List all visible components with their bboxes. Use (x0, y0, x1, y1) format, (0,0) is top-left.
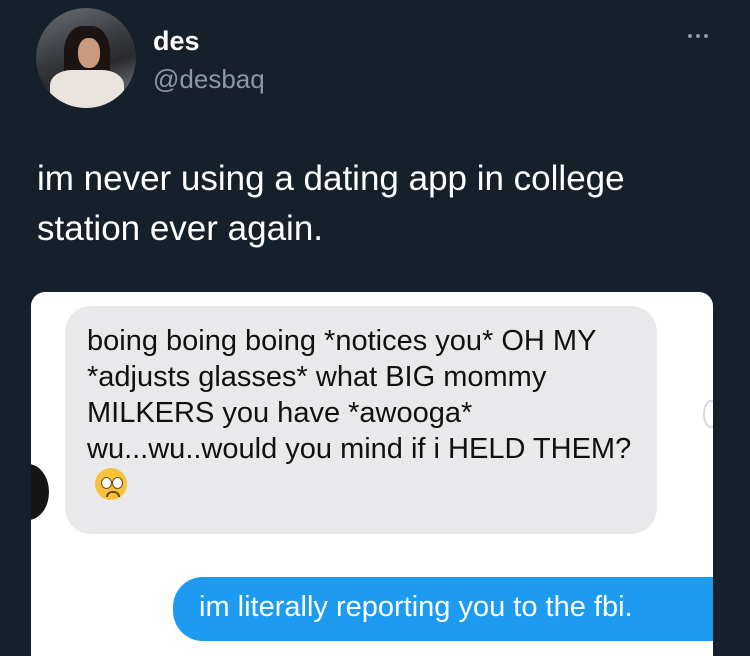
avatar-shirt (50, 70, 124, 108)
outgoing-message-text: im literally reporting you to the fbi. (199, 591, 633, 623)
avatar[interactable] (36, 8, 136, 108)
display-name[interactable]: des (153, 26, 200, 57)
tweet-text: im never using a dating app in college s… (37, 159, 625, 248)
attached-chat-screenshot[interactable]: boing boing boing *notices you* OH MY *a… (31, 292, 713, 656)
dot (696, 34, 700, 38)
dot (688, 34, 692, 38)
scroll-indicator (703, 400, 713, 428)
user-handle[interactable]: @desbaq (153, 64, 265, 95)
incoming-message-bubble: boing boing boing *notices you* OH MY *a… (65, 306, 657, 534)
contact-avatar (31, 464, 49, 520)
avatar-face (78, 38, 100, 68)
dot (704, 34, 708, 38)
outgoing-message-bubble: im literally reporting you to the fbi. (173, 577, 713, 641)
incoming-message-text: boing boing boing *notices you* OH MY *a… (87, 325, 632, 465)
pleading-face-icon (95, 468, 127, 500)
more-options-icon[interactable] (688, 34, 708, 38)
